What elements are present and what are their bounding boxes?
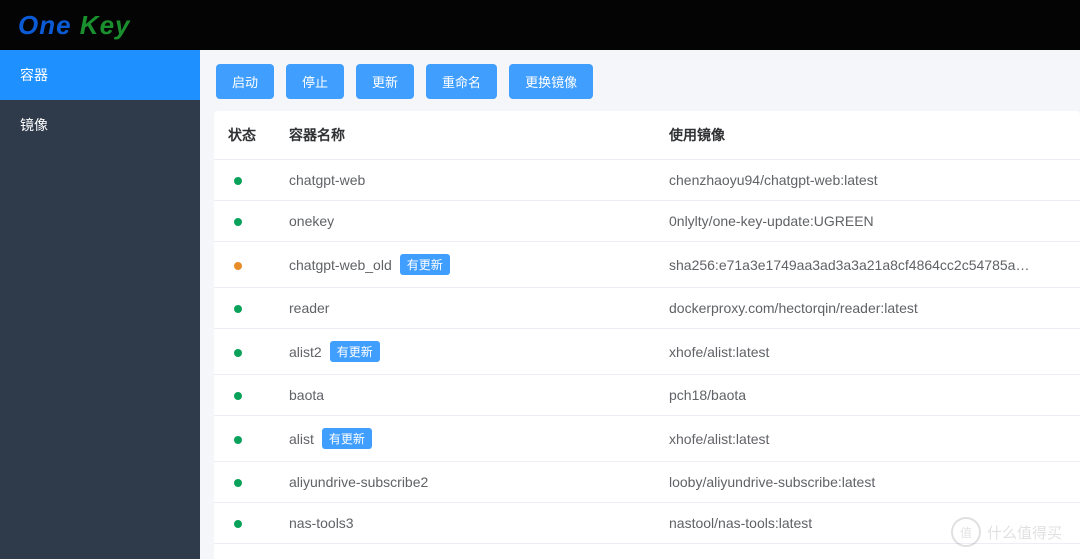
- containers-table: 状态 容器名称 使用镜像 chatgpt-web chenzhaoyu94/cha…: [214, 111, 1080, 559]
- status-cell: [214, 213, 289, 229]
- container-name: alist: [289, 431, 314, 447]
- update-badge: 有更新: [322, 428, 372, 449]
- status-cell: [214, 474, 289, 490]
- status-dot-icon: [234, 262, 242, 270]
- table-row[interactable]: chatgpt-web chenzhaoyu94/chatgpt-web:late…: [214, 160, 1080, 201]
- image-cell: xhofe/alist:latest: [669, 344, 1080, 360]
- stop-button[interactable]: 停止: [286, 64, 344, 99]
- table-row[interactable]: alist2 有更新 xhofe/alist:latest: [214, 329, 1080, 375]
- image-cell: sha256:e71a3e1749aa3ad3a3a21a8cf4864cc2c…: [669, 257, 1080, 273]
- status-dot-icon: [234, 305, 242, 313]
- logo-part2: Key: [80, 10, 131, 40]
- container-name: aliyundrive-subscribe2: [289, 474, 428, 490]
- container-name: reader: [289, 300, 329, 316]
- main-content: 启动 停止 更新 重命名 更换镜像 状态 容器名称 使用镜像 chatgpt-w…: [200, 50, 1080, 559]
- name-cell: alist 有更新: [289, 428, 669, 449]
- image-cell: looby/aliyundrive-subscribe:latest: [669, 474, 1080, 490]
- name-cell: onekey: [289, 213, 669, 229]
- status-dot-icon: [234, 392, 242, 400]
- name-cell: baota: [289, 387, 669, 403]
- table-row[interactable]: nas-tools3 nastool/nas-tools:latest: [214, 503, 1080, 544]
- table-row[interactable]: baota pch18/baota: [214, 375, 1080, 416]
- table-header: 状态 容器名称 使用镜像: [214, 111, 1080, 160]
- update-badge: 有更新: [330, 341, 380, 362]
- container-name: nas-tools3: [289, 515, 354, 531]
- th-name: 容器名称: [289, 125, 669, 145]
- status-cell: [214, 257, 289, 273]
- status-dot-icon: [234, 479, 242, 487]
- name-cell: aliyundrive-subscribe2: [289, 474, 669, 490]
- table-row[interactable]: Portainer6053537/portainer-ce: [214, 544, 1080, 559]
- start-button[interactable]: 启动: [216, 64, 274, 99]
- sidebar: 容器 镜像: [0, 50, 200, 559]
- name-cell: reader: [289, 300, 669, 316]
- status-dot-icon: [234, 349, 242, 357]
- table-row[interactable]: onekey 0nlylty/one-key-update:UGREEN: [214, 201, 1080, 242]
- status-cell: [214, 344, 289, 360]
- replace-image-button[interactable]: 更换镜像: [509, 64, 593, 99]
- th-status: 状态: [214, 125, 289, 145]
- status-cell: [214, 300, 289, 316]
- image-cell: xhofe/alist:latest: [669, 431, 1080, 447]
- status-cell: [214, 431, 289, 447]
- logo: One Key: [18, 10, 131, 41]
- logo-part1: One: [18, 10, 80, 40]
- name-cell: chatgpt-web_old 有更新: [289, 254, 669, 275]
- image-cell: 0nlylty/one-key-update:UGREEN: [669, 213, 1080, 229]
- container-name: chatgpt-web_old: [289, 257, 392, 273]
- status-cell: [214, 172, 289, 188]
- status-dot-icon: [234, 436, 242, 444]
- update-badge: 有更新: [400, 254, 450, 275]
- image-cell: chenzhaoyu94/chatgpt-web:latest: [669, 172, 1080, 188]
- image-cell: pch18/baota: [669, 387, 1080, 403]
- container-name: chatgpt-web: [289, 172, 365, 188]
- table-row[interactable]: alist 有更新 xhofe/alist:latest: [214, 416, 1080, 462]
- image-cell: nastool/nas-tools:latest: [669, 515, 1080, 531]
- container-name: baota: [289, 387, 324, 403]
- image-cell: dockerproxy.com/hectorqin/reader:latest: [669, 300, 1080, 316]
- status-dot-icon: [234, 218, 242, 226]
- name-cell: nas-tools3: [289, 515, 669, 531]
- rename-button[interactable]: 重命名: [426, 64, 497, 99]
- table-row[interactable]: chatgpt-web_old 有更新 sha256:e71a3e1749aa3ad…: [214, 242, 1080, 288]
- status-cell: [214, 387, 289, 403]
- status-dot-icon: [234, 177, 242, 185]
- container-name: onekey: [289, 213, 334, 229]
- header: One Key: [0, 0, 1080, 50]
- status-cell: [214, 515, 289, 531]
- container-name: alist2: [289, 344, 322, 360]
- status-dot-icon: [234, 520, 242, 528]
- name-cell: alist2 有更新: [289, 341, 669, 362]
- update-button[interactable]: 更新: [356, 64, 414, 99]
- sidebar-item-containers[interactable]: 容器: [0, 50, 200, 100]
- toolbar: 启动 停止 更新 重命名 更换镜像: [214, 64, 1080, 99]
- th-image: 使用镜像: [669, 125, 1080, 145]
- sidebar-item-images[interactable]: 镜像: [0, 100, 200, 150]
- table-row[interactable]: reader dockerproxy.com/hectorqin/reader:l…: [214, 288, 1080, 329]
- name-cell: chatgpt-web: [289, 172, 669, 188]
- table-row[interactable]: aliyundrive-subscribe2 looby/aliyundrive-…: [214, 462, 1080, 503]
